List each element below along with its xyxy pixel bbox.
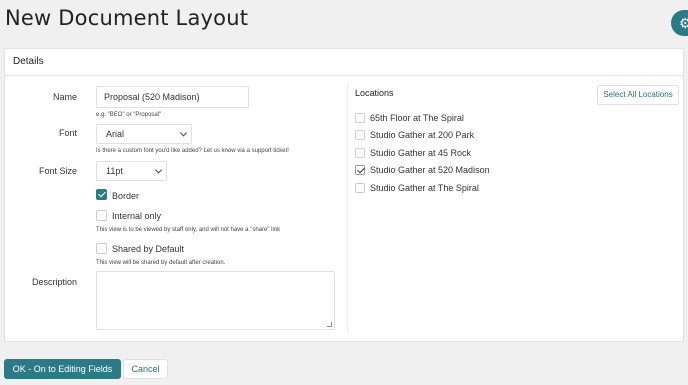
location-label: Studio Gather at The Spiral [370, 183, 479, 193]
shared-by-default-help: This view will be shared by default afte… [96, 260, 226, 266]
resize-handle[interactable] [327, 322, 332, 327]
name-label: Name [52, 92, 77, 102]
location-label: Studio Gather at 200 Park [370, 130, 475, 140]
location-label: 65th Floor at The Spiral [370, 113, 464, 123]
name-help: e.g. "BEO" or "Proposal" [96, 112, 162, 118]
internal-only-label: Internal only [112, 211, 162, 221]
gear-icon: ⚙ [679, 15, 688, 31]
column-divider [347, 83, 348, 333]
card-header: Details [5, 49, 683, 76]
settings-button[interactable]: ⚙ [671, 10, 688, 36]
chevron-down-icon [154, 166, 163, 174]
shared-by-default-checkbox[interactable] [96, 243, 107, 254]
font-size-select-value: 11pt [106, 166, 123, 176]
location-label: Studio Gather at 520 Madison [370, 165, 490, 175]
font-select-value: Arial [106, 129, 125, 139]
locations-title: Locations [355, 88, 394, 98]
location-checkbox[interactable] [355, 165, 365, 175]
border-checkbox[interactable] [96, 189, 107, 200]
ok-editing-fields-button[interactable]: OK - On to Editing Fields [4, 359, 121, 379]
font-label: Font [58, 128, 77, 138]
name-input[interactable]: Proposal (520 Madison) [96, 86, 249, 108]
description-label: Description [31, 277, 77, 287]
location-checkbox[interactable] [355, 183, 365, 193]
font-size-label: Font Size [38, 166, 77, 176]
location-label: Studio Gather at 45 Rock [370, 148, 472, 158]
select-all-locations-button[interactable]: Select All Locations [597, 85, 679, 105]
details-card: Details Name Proposal (520 Madison) e.g.… [4, 48, 684, 342]
page-title: New Document Layout [5, 6, 249, 30]
border-label: Border [112, 191, 140, 201]
description-textarea[interactable] [96, 271, 335, 330]
font-select[interactable]: Arial [96, 124, 192, 144]
internal-only-checkbox[interactable] [96, 210, 107, 221]
location-checkbox[interactable] [355, 148, 365, 158]
cancel-button[interactable]: Cancel [123, 359, 168, 379]
shared-by-default-label: Shared by Default [112, 244, 185, 254]
location-checkbox[interactable] [355, 130, 365, 140]
font-size-select[interactable]: 11pt [96, 161, 167, 181]
location-checkbox[interactable] [355, 113, 365, 123]
internal-only-help: This view is to be viewed by staff only,… [96, 227, 281, 233]
font-help: Is there a custom font you'd like added?… [96, 148, 289, 154]
chevron-down-icon [179, 129, 188, 137]
